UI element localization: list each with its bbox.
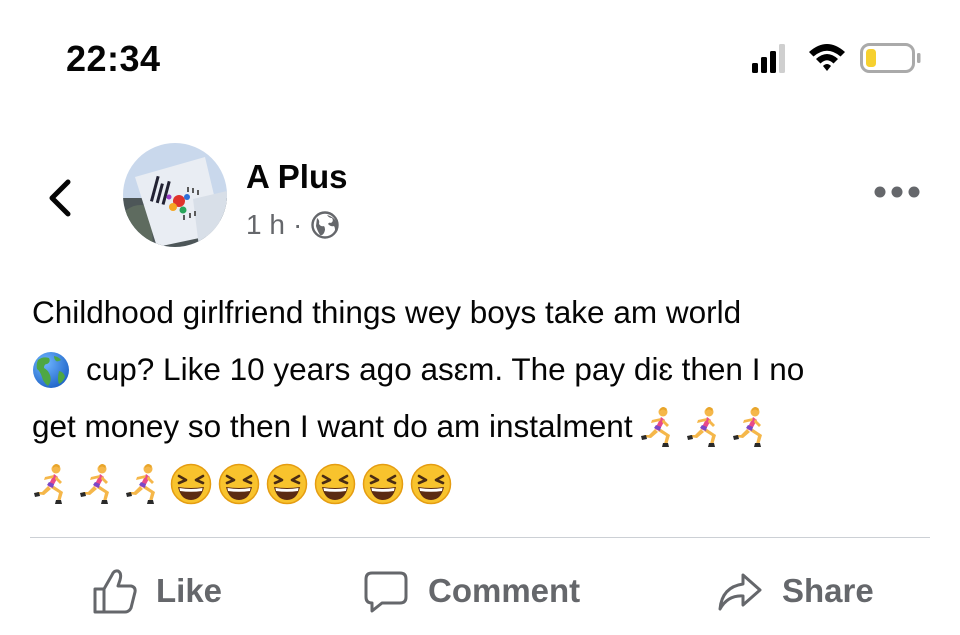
post-text-line-1: Childhood girlfriend things wey boys tak…	[32, 294, 742, 330]
grinning-squinting-face-emoji-icon	[218, 463, 260, 505]
back-button[interactable]	[36, 174, 84, 222]
battery-icon	[860, 43, 921, 73]
grinning-squinting-face-emoji-icon	[362, 463, 404, 505]
share-label: Share	[782, 572, 874, 609]
post-text-line	[32, 455, 937, 512]
globe-icon	[311, 211, 339, 239]
share-button[interactable]: Share	[716, 562, 874, 620]
running-person-emoji-icon	[124, 463, 164, 505]
post-author[interactable]: A Plus	[246, 158, 347, 196]
post-text-line-3: get money so then I want do am instalmen…	[32, 408, 633, 444]
post-header: A Plus 1 h ·	[0, 140, 960, 250]
post-text-line: Childhood girlfriend things wey boys tak…	[32, 284, 937, 341]
earth-americas-emoji-icon	[33, 351, 69, 388]
grinning-squinting-face-emoji-icon	[410, 463, 452, 505]
running-person-emoji-icon	[731, 406, 771, 448]
running-person-emoji-icon	[78, 463, 118, 505]
status-time: 22:34	[66, 38, 161, 79]
running-person-emoji-icon	[685, 406, 725, 448]
comment-bubble-icon	[364, 571, 408, 613]
avatar-image	[123, 143, 227, 247]
cellular-signal-icon	[752, 44, 785, 73]
status-bar: 22:34	[0, 0, 960, 110]
actions-divider	[30, 537, 930, 538]
comment-button[interactable]: Comment	[362, 562, 580, 620]
post-text: Childhood girlfriend things wey boys tak…	[32, 284, 937, 512]
like-button[interactable]: Like	[92, 562, 222, 620]
running-person-emoji-icon	[32, 463, 72, 505]
meta-separator: ·	[292, 209, 303, 240]
post-meta: 1 h ·	[246, 208, 340, 242]
running-person-emoji-icon	[639, 406, 679, 448]
thumbs-up-icon	[93, 569, 137, 614]
post-text-line-2: cup? Like 10 years ago asɛm. The pay diɛ…	[86, 351, 805, 387]
post-text-line: get money so then I want do am instalmen…	[32, 398, 937, 455]
avatar[interactable]	[123, 143, 227, 247]
like-label: Like	[156, 572, 223, 609]
grinning-squinting-face-emoji-icon	[266, 463, 308, 505]
grinning-squinting-face-emoji-icon	[314, 463, 356, 505]
post-actions: Like Comment Share	[0, 562, 960, 620]
comment-label: Comment	[428, 572, 581, 609]
share-arrow-icon	[718, 573, 762, 611]
grinning-squinting-face-emoji-icon	[170, 463, 212, 505]
post-time[interactable]: 1 h	[246, 209, 285, 241]
more-options-button[interactable]	[872, 180, 922, 204]
wifi-icon	[809, 44, 845, 71]
post-text-line: cup? Like 10 years ago asɛm. The pay diɛ…	[32, 341, 937, 398]
